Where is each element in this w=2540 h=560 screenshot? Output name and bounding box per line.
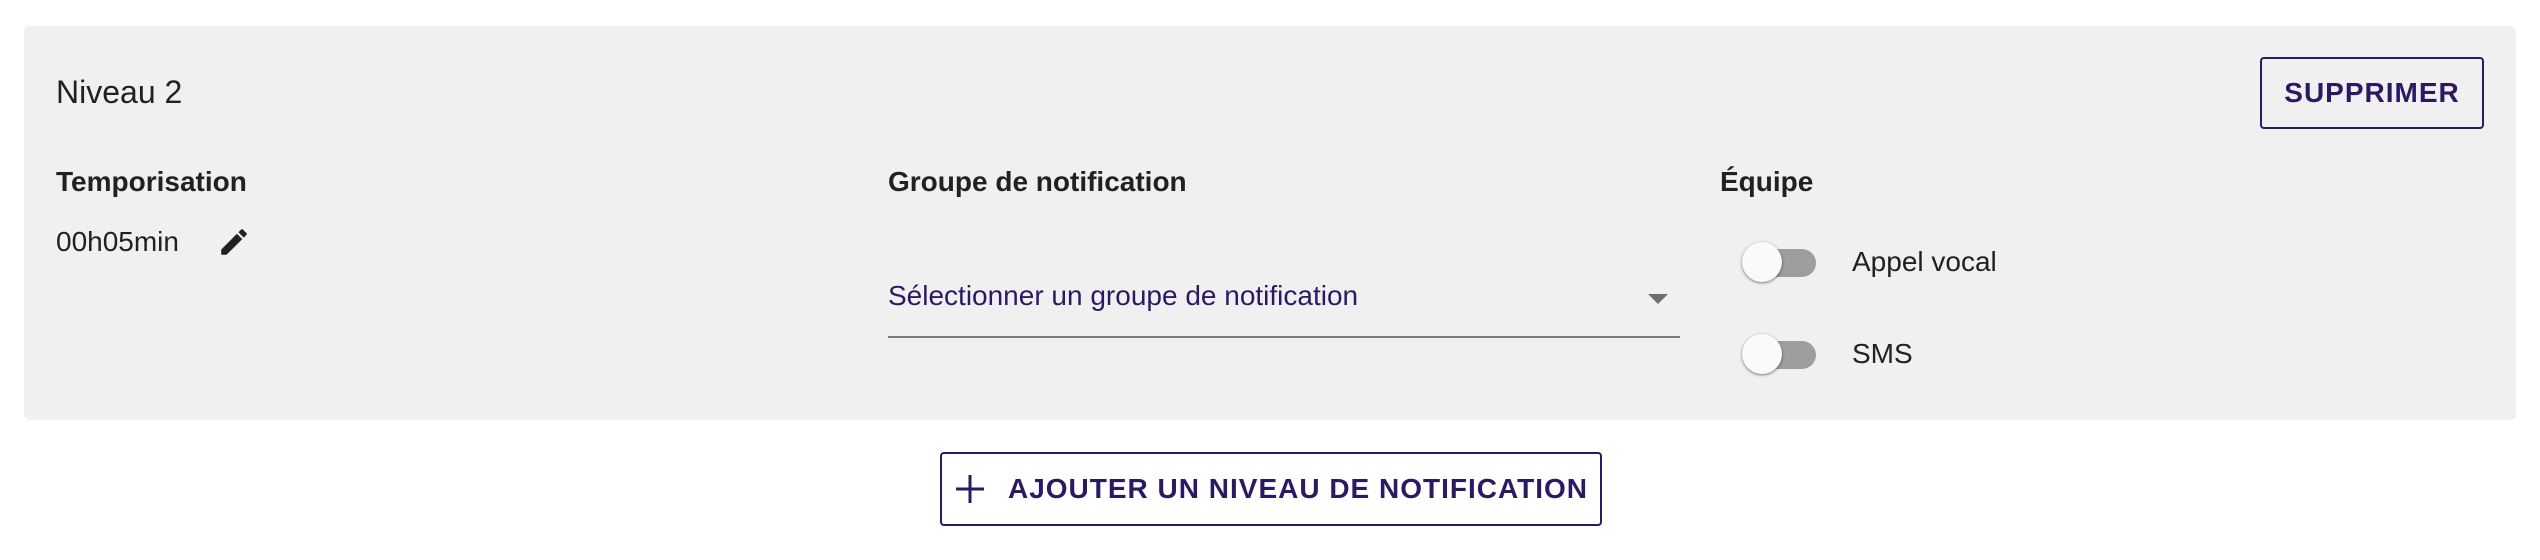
voice-call-switch[interactable] [1742,240,1818,284]
delete-button[interactable]: SUPPRIMER [2260,57,2484,129]
timer-label: Temporisation [56,166,247,197]
voice-call-label: Appel vocal [1852,246,1997,277]
edit-timer-button[interactable] [210,218,258,266]
notification-level-card: Niveau 2 SUPPRIMER Temporisation 00h05mi… [24,26,2516,420]
caret-down-icon [1648,294,1668,304]
switch-thumb [1742,242,1782,282]
sms-label: SMS [1852,338,1913,369]
add-notification-level-button[interactable]: AJOUTER UN NIVEAU DE NOTIFICATION [940,452,1602,526]
switch-thumb [1742,334,1782,374]
add-notification-level-label: AJOUTER UN NIVEAU DE NOTIFICATION [1007,473,1589,504]
notification-group-select[interactable]: Sélectionner un groupe de notification [888,256,1680,338]
notification-group-label: Groupe de notification [888,166,1187,197]
team-label: Équipe [1720,166,1814,197]
level-title: Niveau 2 [56,74,183,110]
pencil-icon [221,229,247,255]
toggle-row-voice-call: Appel vocal [1742,240,1997,284]
notification-group-placeholder: Sélectionner un groupe de notification [888,280,1359,311]
toggle-row-sms: SMS [1742,332,1913,376]
timer-value: 00h05min [56,226,179,257]
page: Niveau 2 SUPPRIMER Temporisation 00h05mi… [0,0,2540,560]
plus-icon [954,473,986,505]
sms-switch[interactable] [1742,332,1818,376]
